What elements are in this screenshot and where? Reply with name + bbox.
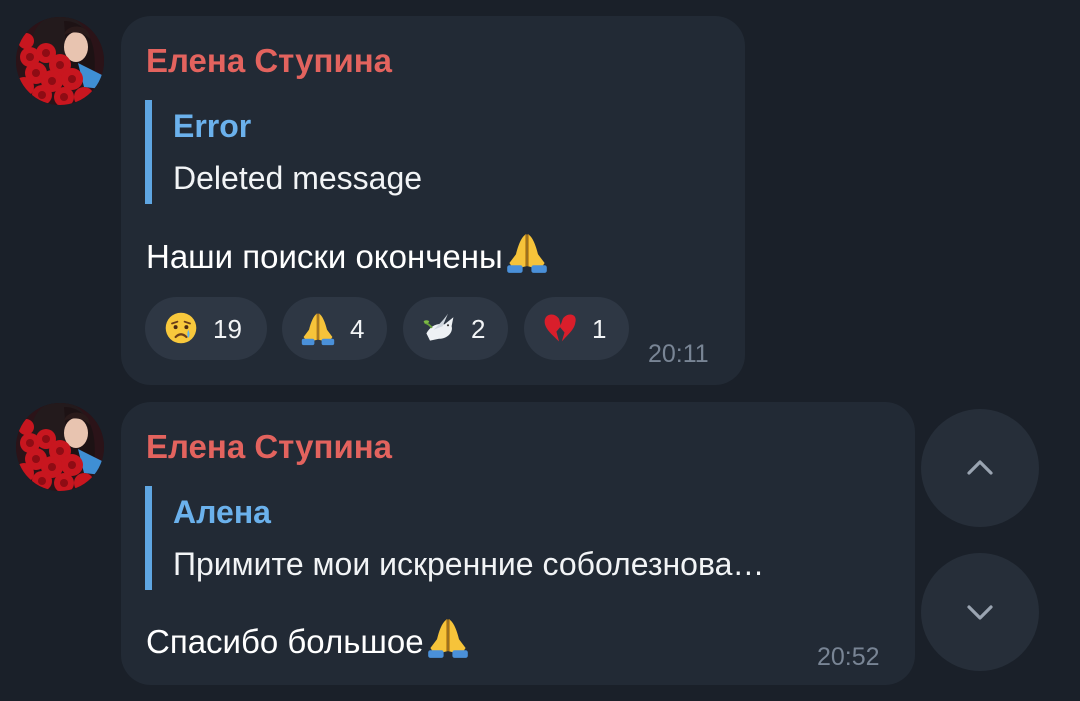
- message-bubble[interactable]: Елена Ступина Алена Примите мои искренни…: [121, 402, 915, 685]
- avatar[interactable]: [16, 403, 104, 491]
- reply-author: Error: [173, 108, 252, 144]
- message-text: Наши поиски окончены: [146, 230, 549, 283]
- message-timestamp: 20:52: [817, 643, 880, 671]
- message-text-content: Наши поиски окончены: [146, 238, 503, 275]
- scroll-up-button[interactable]: [921, 409, 1039, 527]
- reaction-dove[interactable]: 2: [403, 297, 508, 360]
- dove-icon: [421, 310, 457, 346]
- reaction-broken-heart[interactable]: 1: [524, 297, 629, 360]
- reply-text: Примите мои искренние соболезнова…: [173, 546, 765, 582]
- reply-quote[interactable]: Error Deleted message: [145, 100, 721, 204]
- avatar[interactable]: [16, 17, 104, 105]
- broken-heart-icon: [542, 310, 578, 346]
- praying-hands-icon: [300, 310, 336, 346]
- praying-hands-icon: [505, 230, 549, 283]
- message-text-content: Спасибо большое: [146, 623, 424, 660]
- sender-name[interactable]: Елена Ступина: [146, 428, 392, 466]
- chevron-down-icon: [967, 605, 993, 620]
- chevron-up-icon: [967, 460, 993, 475]
- praying-hands-icon: [426, 615, 470, 668]
- reaction-pray[interactable]: 4: [282, 297, 387, 360]
- sender-name[interactable]: Елена Ступина: [146, 42, 392, 80]
- reply-author: Алена: [173, 494, 271, 530]
- reaction-count: 19: [213, 314, 242, 344]
- reaction-count: 2: [471, 314, 486, 344]
- reply-text: Deleted message: [173, 160, 423, 196]
- message-text: Спасибо большое: [146, 615, 470, 668]
- reply-quote[interactable]: Алена Примите мои искренние соболезнова…: [145, 486, 891, 590]
- reaction-crying[interactable]: 19: [145, 297, 267, 360]
- message-timestamp: 20:11: [648, 340, 709, 368]
- scroll-down-button[interactable]: [921, 553, 1039, 671]
- reaction-count: 1: [592, 314, 607, 344]
- crying-face-icon: [163, 310, 199, 346]
- message-bubble[interactable]: Елена Ступина Error Deleted message Наши…: [121, 16, 745, 385]
- reaction-count: 4: [350, 314, 365, 344]
